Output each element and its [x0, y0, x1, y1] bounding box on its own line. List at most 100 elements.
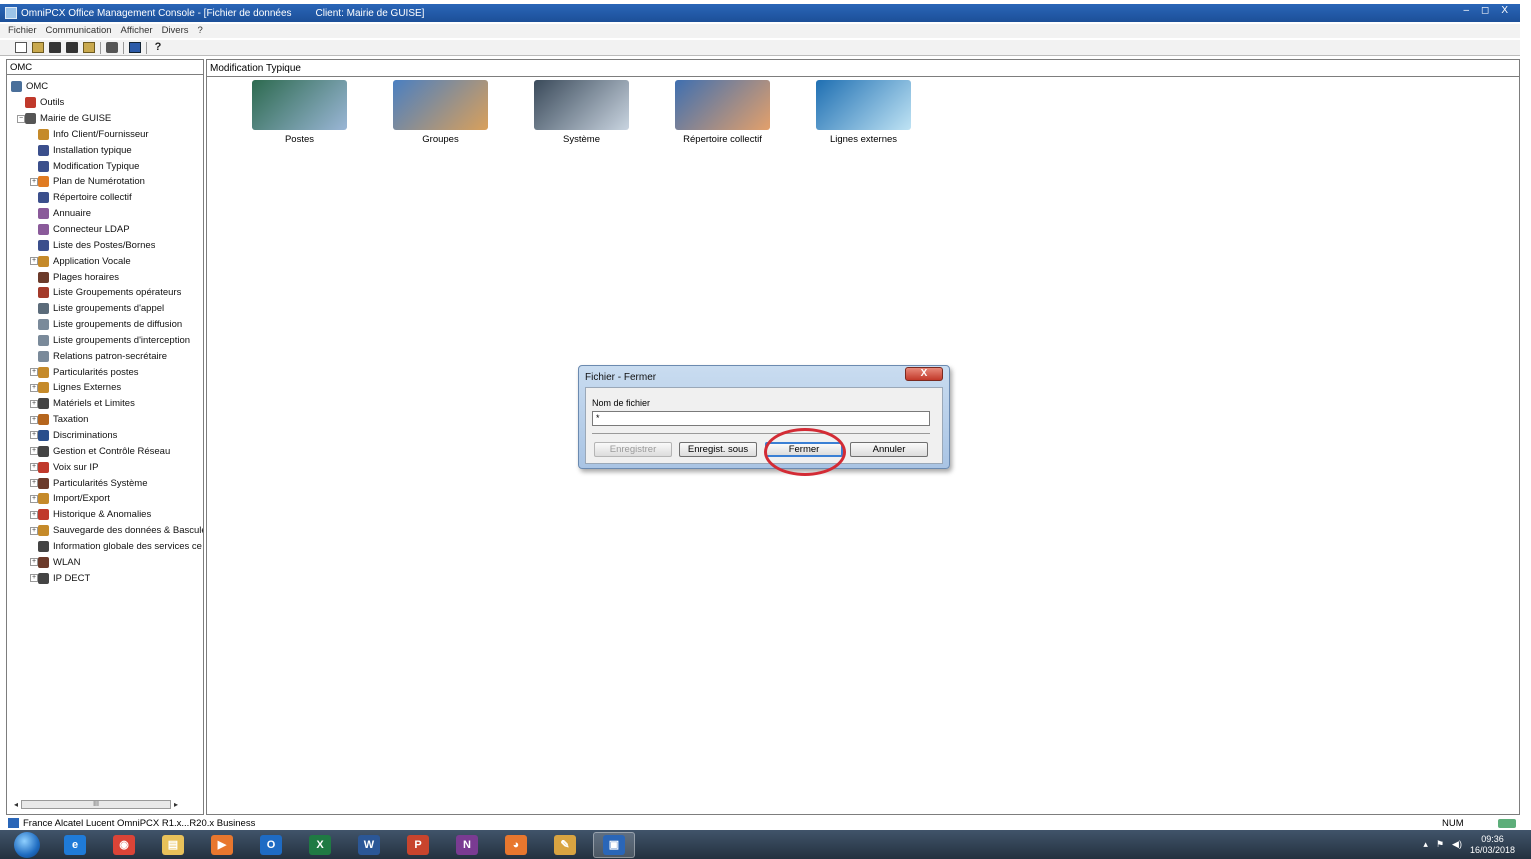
pickup-group-icon — [38, 334, 49, 346]
minimize-button[interactable]: – — [1463, 5, 1469, 16]
expand-toggle-icon[interactable]: − — [17, 114, 25, 123]
tree-item[interactable]: Annuaire — [7, 206, 203, 222]
feature-tile[interactable]: Système — [511, 80, 652, 145]
taskbar-app[interactable]: ▶ — [201, 832, 243, 858]
external-lines-icon — [38, 382, 49, 394]
expand-toggle-icon[interactable]: + — [30, 574, 38, 583]
close-window-button[interactable]: X — [1501, 5, 1508, 16]
tree-item[interactable]: Relations patron-secrétaire — [7, 348, 203, 364]
tree-item-label: Liste des Postes/Bornes — [53, 239, 156, 251]
expand-toggle-icon[interactable]: + — [30, 399, 38, 408]
tree-item[interactable]: Information globale des services ce — [7, 538, 203, 554]
tray-expand-icon[interactable]: ▴ — [1423, 839, 1428, 850]
expand-toggle-icon[interactable]: + — [30, 415, 38, 424]
tree-item[interactable]: + Historique & Anomalies — [7, 507, 203, 523]
expand-toggle-icon[interactable]: + — [30, 463, 38, 472]
tree-item[interactable]: + Matériels et Limites — [7, 396, 203, 412]
tree-item[interactable]: Info Client/Fournisseur — [7, 127, 203, 143]
tree-item[interactable]: + Plan de Numérotation — [7, 174, 203, 190]
tree-item[interactable]: + Gestion et Contrôle Réseau — [7, 443, 203, 459]
tree-item[interactable]: + WLAN — [7, 554, 203, 570]
tree-item[interactable]: + IP DECT — [7, 570, 203, 586]
tree-item[interactable]: + Sauvegarde des données & Bascule — [7, 523, 203, 539]
taskbar-app[interactable]: ◉ — [103, 832, 145, 858]
taskbar-app[interactable]: N — [446, 832, 488, 858]
tree-item[interactable]: Liste groupements d'interception — [7, 333, 203, 349]
expand-toggle-icon[interactable]: + — [30, 447, 38, 456]
scroll-right-icon[interactable]: ▸ — [171, 800, 181, 809]
tree-item[interactable]: + Import/Export — [7, 491, 203, 507]
tree-item[interactable]: + Particularités postes — [7, 364, 203, 380]
taskbar-app[interactable]: O — [250, 832, 292, 858]
tree-item[interactable]: Liste groupements de diffusion — [7, 317, 203, 333]
tree-item[interactable]: Modification Typique — [7, 158, 203, 174]
taskbar-app[interactable]: P — [397, 832, 439, 858]
save-all-icon[interactable] — [66, 42, 78, 53]
start-button-icon[interactable] — [14, 831, 40, 858]
scroll-left-icon[interactable]: ◂ — [11, 800, 21, 809]
ldap-icon — [38, 224, 49, 236]
feature-tile[interactable]: Répertoire collectif — [652, 80, 793, 145]
tree-item[interactable]: Liste Groupements opérateurs — [7, 285, 203, 301]
feature-tile[interactable]: Lignes externes — [793, 80, 934, 145]
expand-toggle-icon[interactable]: + — [30, 558, 38, 567]
close-button[interactable]: Fermer — [765, 442, 843, 457]
tree-item[interactable]: Outils — [7, 95, 203, 111]
expand-toggle-icon[interactable]: + — [30, 494, 38, 503]
taskbar-app[interactable]: e — [54, 832, 96, 858]
tree-item[interactable]: Connecteur LDAP — [7, 222, 203, 238]
tree-item[interactable]: + Discriminations — [7, 428, 203, 444]
feature-tile[interactable]: Postes — [229, 80, 370, 145]
taskbar-app[interactable]: ▣ — [593, 831, 635, 858]
maximize-button[interactable]: ◻ — [1481, 5, 1489, 16]
horizontal-scrollbar[interactable]: ◂ III ▸ — [11, 799, 201, 810]
taskbar-app[interactable]: ▤ — [152, 832, 194, 858]
menu-communication[interactable]: Communication — [46, 24, 112, 38]
new-file-icon[interactable] — [15, 42, 27, 53]
clock[interactable]: 09:36 16/03/2018 — [1470, 834, 1515, 856]
expand-toggle-icon[interactable]: + — [30, 510, 38, 519]
print-icon[interactable] — [106, 42, 118, 53]
save-button[interactable]: Enregistrer — [594, 442, 672, 457]
export-icon[interactable] — [83, 42, 95, 53]
cancel-button[interactable]: Annuler — [850, 442, 928, 457]
tree-item[interactable]: + Taxation — [7, 412, 203, 428]
expand-toggle-icon[interactable]: + — [30, 383, 38, 392]
menu-divers[interactable]: Divers — [162, 24, 189, 38]
action-center-icon[interactable]: ⚑ — [1436, 839, 1444, 850]
tree-item[interactable]: Répertoire collectif — [7, 190, 203, 206]
taskbar-app[interactable]: ◕ — [495, 832, 537, 858]
tree-item[interactable]: + Application Vocale — [7, 253, 203, 269]
help-icon[interactable]: ? — [152, 42, 164, 53]
filename-input[interactable]: * — [592, 411, 930, 426]
scroll-thumb[interactable]: III — [21, 800, 171, 809]
book-icon[interactable] — [129, 42, 141, 53]
taskbar-app[interactable]: ✎ — [544, 832, 586, 858]
taskbar-app[interactable]: W — [348, 832, 390, 858]
tree-item[interactable]: + Lignes Externes — [7, 380, 203, 396]
tree-item[interactable]: Liste groupements d'appel — [7, 301, 203, 317]
dialog-close-button[interactable]: X — [905, 367, 943, 381]
expand-toggle-icon[interactable]: + — [30, 257, 38, 266]
expand-toggle-icon[interactable]: + — [30, 177, 38, 186]
expand-toggle-icon[interactable]: + — [30, 431, 38, 440]
open-folder-icon[interactable] — [32, 42, 44, 53]
tree-item[interactable]: Installation typique — [7, 142, 203, 158]
expand-toggle-icon[interactable]: + — [30, 368, 38, 377]
tree-item[interactable]: + Particularités Système — [7, 475, 203, 491]
menu-fichier[interactable]: Fichier — [8, 24, 37, 38]
menu-afficher[interactable]: Afficher — [121, 24, 153, 38]
feature-tile[interactable]: Groupes — [370, 80, 511, 145]
tree-item[interactable]: − Mairie de GUISE — [7, 111, 203, 127]
expand-toggle-icon[interactable]: + — [30, 526, 38, 535]
expand-toggle-icon[interactable]: + — [30, 479, 38, 488]
tree-item[interactable]: Plages horaires — [7, 269, 203, 285]
tree-item[interactable]: + Voix sur IP — [7, 459, 203, 475]
save-icon[interactable] — [49, 42, 61, 53]
volume-icon[interactable]: ◀) — [1452, 839, 1462, 850]
tree-item[interactable]: Liste des Postes/Bornes — [7, 237, 203, 253]
tree-item[interactable]: OMC — [7, 79, 203, 95]
menu-help[interactable]: ? — [197, 24, 202, 38]
save-as-button[interactable]: Enregist. sous — [679, 442, 757, 457]
taskbar-app[interactable]: X — [299, 832, 341, 858]
